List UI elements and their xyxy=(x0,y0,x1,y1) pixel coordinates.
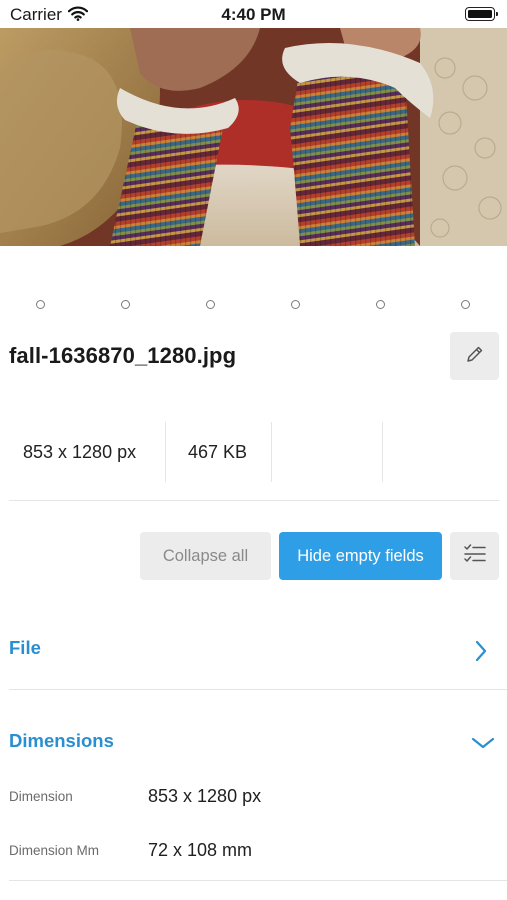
pager-dot[interactable] xyxy=(36,300,45,309)
field-settings-button[interactable] xyxy=(450,532,499,580)
pencil-icon xyxy=(465,344,485,369)
photo-pager[interactable] xyxy=(0,300,507,312)
status-bar: Carrier 4:40 PM xyxy=(0,0,507,28)
field-value: 72 x 108 mm xyxy=(148,840,253,860)
edit-name-button[interactable] xyxy=(450,332,499,380)
field-value: 853 x 1280 px xyxy=(148,786,262,806)
pager-dot[interactable] xyxy=(121,300,130,309)
collapse-all-button[interactable]: Collapse all xyxy=(140,532,271,580)
pager-dot[interactable] xyxy=(206,300,215,309)
battery-icon xyxy=(465,7,498,21)
stat-separator xyxy=(382,422,383,482)
stat-separator xyxy=(165,422,166,482)
section-file-title: File xyxy=(9,637,41,658)
field-label: Dimension xyxy=(9,789,73,804)
divider xyxy=(9,689,507,690)
photo-preview[interactable] xyxy=(0,28,507,246)
file-name: fall-1636870_1280.jpg xyxy=(9,343,237,368)
hide-empty-fields-button[interactable]: Hide empty fields xyxy=(279,532,442,580)
stat-separator xyxy=(271,422,272,482)
field-label: Dimension Mm xyxy=(9,843,100,858)
pager-dot[interactable] xyxy=(376,300,385,309)
section-dimensions-title: Dimensions xyxy=(9,730,114,751)
file-stats: 853 x 1280 px 467 KB xyxy=(9,422,499,482)
divider xyxy=(9,500,499,501)
pager-dot[interactable] xyxy=(291,300,300,309)
stat-size: 467 KB xyxy=(188,441,248,462)
chevron-down-icon xyxy=(471,736,495,755)
photo-image xyxy=(0,28,507,246)
clock: 4:40 PM xyxy=(221,5,286,24)
checklist-icon xyxy=(463,543,487,570)
divider xyxy=(9,880,507,881)
chevron-right-icon xyxy=(474,640,488,667)
pager-dot[interactable] xyxy=(461,300,470,309)
stat-dimensions: 853 x 1280 px xyxy=(23,441,137,462)
